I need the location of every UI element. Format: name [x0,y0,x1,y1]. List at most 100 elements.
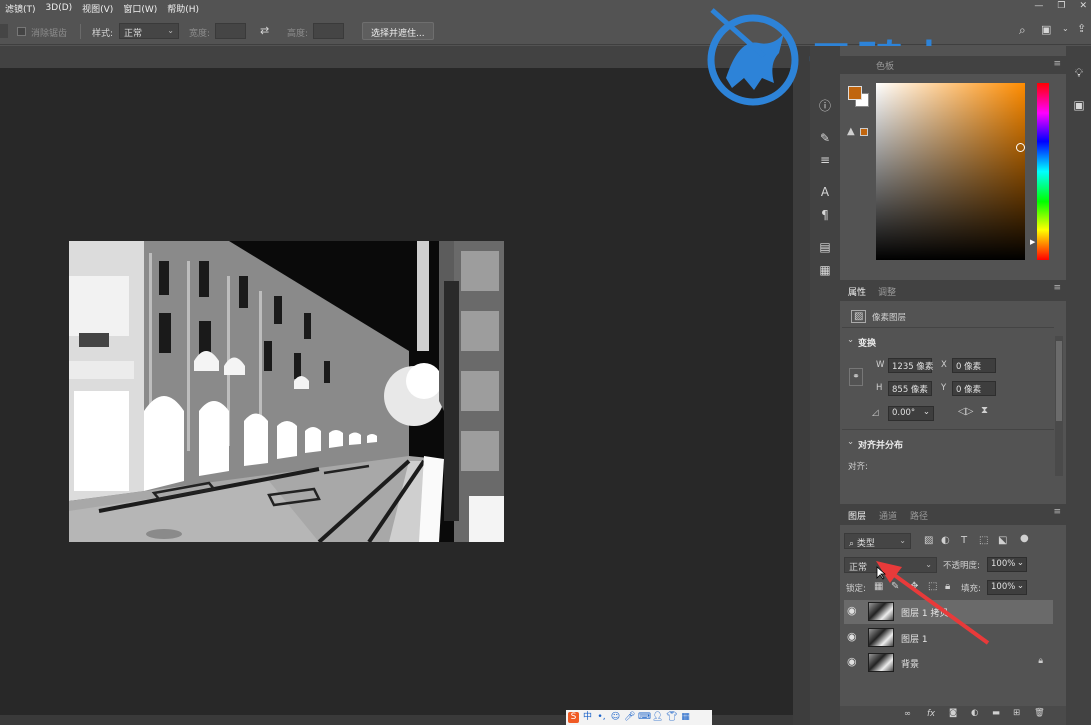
chevron-down-icon: ⌄ [899,536,906,545]
height-input[interactable] [313,23,344,39]
vertical-scrollbar[interactable] [793,46,810,725]
share-icon[interactable]: ⇪ [1077,22,1086,35]
eye-icon[interactable]: ◉ [847,605,859,617]
web-safe-swatch[interactable] [860,128,868,136]
width-field[interactable]: 1235 像素 [888,358,933,373]
notes-icon[interactable]: ▦ [815,261,835,279]
trash-icon[interactable]: 🗑︎ [1034,708,1045,718]
y-field[interactable]: 0 像素 [952,381,996,396]
height-field[interactable]: 855 像素 [888,381,932,396]
workspace-icon[interactable]: ▣ [1041,23,1051,36]
lightbulb-icon[interactable]: 💡︎ [1069,64,1089,82]
close-button[interactable]: ✕ [1079,1,1087,11]
tab-layers[interactable]: 图层 [848,509,866,522]
divider [842,327,1054,328]
angle-value: 0.00° [892,408,916,418]
adjustment-filter-icon[interactable]: ◐ [941,535,950,546]
angle-field[interactable]: 0.00° ⌄ [888,406,934,421]
height-label: 高度: [287,29,309,39]
restore-button[interactable]: ❐ [1057,1,1065,11]
search-icon[interactable]: ⌕ [1019,23,1026,38]
minimize-button[interactable]: — [1034,1,1043,11]
style-dropdown[interactable]: 正常 ⌄ [119,23,179,39]
sogou-logo-icon[interactable]: S [568,712,579,723]
keyboard-icon[interactable]: ⌨ [638,712,651,723]
divider [80,24,81,39]
menu-window[interactable]: 窗口(W) [118,2,162,15]
smart-object-filter-icon[interactable]: ⬕ [998,535,1007,546]
street-photo-inverted [69,241,504,542]
color-picker-cursor[interactable] [1016,143,1025,152]
microphone-icon[interactable]: 🎤︎ [624,712,635,723]
library-icon[interactable]: ▤ [815,238,835,256]
menu-3d[interactable]: 3D(D) [41,3,78,13]
angle-icon: ◿ [872,408,879,418]
tab-properties[interactable]: 属性 [848,285,866,298]
character-icon[interactable]: A [815,183,835,201]
link-dimensions-button[interactable]: ⚭ [849,368,863,386]
mask-icon[interactable]: ◙ [949,708,957,718]
learn-icon[interactable]: ▣ [1069,96,1089,114]
select-and-mask-button[interactable]: 选择并遮住... [362,22,434,40]
layer-thumbnail [868,653,894,672]
eye-icon[interactable]: ◉ [847,631,859,643]
layer-name: 背景 [901,660,920,670]
tab-swatches[interactable]: 色板 [876,59,894,72]
menu-help[interactable]: 帮助(H) [162,2,204,15]
tab-adjustments[interactable]: 调整 [878,285,896,298]
adjustment-icon[interactable]: ◐ [971,708,978,718]
panel-menu-icon[interactable]: ≡ [1053,283,1061,293]
layer-row[interactable]: ◉ 背景 🔒︎ [844,651,1053,675]
width-input[interactable] [215,23,246,39]
new-layer-icon[interactable]: ⊞ [1013,708,1020,718]
type-filter-icon[interactable]: T [961,535,967,546]
shape-filter-icon[interactable]: ⬚ [979,535,988,546]
x-field[interactable]: 0 像素 [952,358,996,373]
chevron-down-icon[interactable]: ⌄ [847,437,854,447]
flip-horizontal-icon[interactable]: ◁▷ [958,406,973,417]
blend-mode-value: 正常 [849,563,868,573]
hue-slider[interactable] [1037,83,1049,260]
width-label: 宽度: [189,29,211,39]
skin-icon[interactable]: 👕︎ [666,712,677,723]
ime-language-toggle[interactable]: 中 [582,712,593,723]
paragraph-icon[interactable]: ¶ [815,206,835,224]
scroll-thumb[interactable] [1056,341,1062,421]
filter-kind-value: 类型 [856,539,875,549]
tab-channels[interactable]: 通道 [879,509,897,522]
brush-icon[interactable]: ✎ [815,129,835,147]
toolbox-icon[interactable]: ▦ [680,712,691,723]
emoji-icon[interactable]: ☺ [610,712,621,723]
anti-alias-checkbox[interactable] [17,27,26,36]
eye-icon[interactable]: ◉ [847,656,859,668]
flip-vertical-icon[interactable]: ⧗ [981,405,988,416]
tool-preset-edge[interactable] [0,24,8,38]
adjust-icon[interactable]: ≡ [815,151,835,169]
gamut-warning-icon[interactable]: ▲ [847,126,855,137]
hue-slider-handle[interactable]: ▶ [1030,238,1035,246]
panel-menu-icon[interactable]: ≡ [1053,59,1061,69]
chevron-down-icon[interactable]: ⌄ [1062,24,1069,33]
swap-icon[interactable]: ⇄ [260,24,269,37]
filter-toggle-icon[interactable]: ● [1020,533,1029,544]
pixel-filter-icon[interactable]: ▨ [924,535,933,546]
document-image[interactable] [69,241,504,542]
color-panel-tabs: 色板 ≡ [840,56,1066,74]
link-icon[interactable]: ∞ [904,709,911,719]
layers-tabs: 图层 通道 路径 ≡ [840,504,1066,525]
chevron-down-icon: ⌄ [922,407,930,417]
panel-menu-icon[interactable]: ≡ [1053,507,1061,517]
fx-icon[interactable]: fx [927,709,935,719]
layer-filter-dropdown[interactable]: ⌕ 类型 ⌄ [844,533,911,549]
x-label: X [941,360,947,370]
menu-filter[interactable]: 滤镜(T) [0,2,41,15]
info-icon[interactable]: ⓘ [815,97,835,115]
color-field[interactable] [876,83,1025,260]
tab-paths[interactable]: 路径 [910,509,928,522]
punctuation-icon[interactable]: •, [596,712,607,723]
group-icon[interactable]: ▬ [992,708,1000,718]
menu-view[interactable]: 视图(V) [77,2,118,15]
properties-scrollbar[interactable] [1055,336,1063,476]
chevron-down-icon[interactable]: ⌄ [847,335,854,345]
user-icon[interactable]: 👤︎ [652,712,663,723]
